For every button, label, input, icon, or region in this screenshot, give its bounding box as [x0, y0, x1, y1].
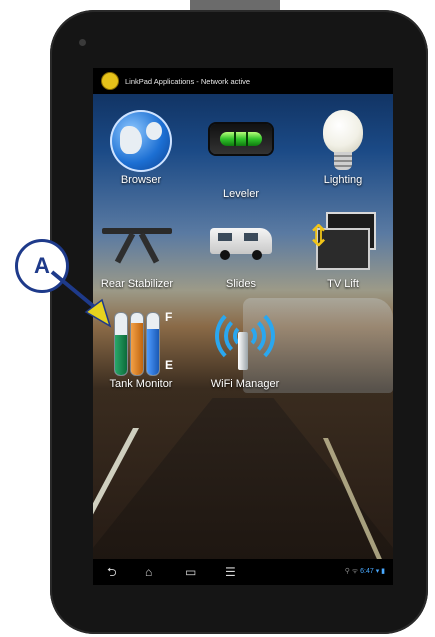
home-icon[interactable]: ⌂: [145, 565, 152, 579]
app-browser[interactable]: Browser: [101, 110, 181, 186]
tank-gauge-icon: F E: [110, 310, 174, 376]
app-slides[interactable]: Slides: [201, 218, 281, 290]
app-lighting[interactable]: Lighting: [303, 110, 383, 186]
callout-a: A: [15, 239, 69, 293]
globe-icon: [110, 110, 172, 172]
status-title: LinkPad Applications - Network active: [125, 76, 251, 86]
app-leveler[interactable]: Leveler: [201, 110, 281, 200]
back-icon[interactable]: ⮌: [107, 565, 117, 579]
tablet-screen: LinkPad Applications - Network active Br…: [93, 68, 393, 585]
app-label: Lighting: [323, 174, 363, 186]
callout-letter: A: [34, 253, 50, 278]
front-camera: [79, 39, 86, 46]
wifi-antenna-icon: [214, 306, 276, 376]
status-bar: LinkPad Applications - Network active: [93, 68, 393, 94]
tv-lift-icon: ⇕: [306, 212, 376, 270]
light-bulb-icon: [323, 110, 363, 172]
stabilizer-icon: [102, 222, 172, 264]
app-tank-monitor[interactable]: F E Tank Monitor: [101, 310, 181, 390]
rv-slides-icon: [206, 222, 276, 262]
app-wifi-manager[interactable]: WiFi Manager: [205, 306, 285, 390]
recent-apps-icon[interactable]: ▭: [185, 565, 196, 579]
app-label: Browser: [120, 174, 162, 186]
app-rear-stabilizer[interactable]: Rear Stabilizer: [97, 218, 177, 290]
menu-icon[interactable]: ☰: [225, 565, 236, 579]
level-vial-icon: [210, 124, 272, 154]
app-label: Tank Monitor: [109, 378, 173, 390]
linkpad-logo-icon: [101, 72, 119, 90]
app-label: Rear Stabilizer: [100, 278, 174, 290]
tray-time: 6:47: [360, 568, 374, 575]
navigation-bar: ⮌ ⌂ ▭ ☰ ⚲ ᯤ 6:47 ▾ ▮: [93, 559, 393, 585]
app-label: Leveler: [222, 188, 260, 200]
app-tv-lift[interactable]: ⇕ TV Lift: [303, 212, 383, 290]
tank-empty-marker: E: [165, 358, 174, 372]
system-tray: ⚲ ᯤ 6:47 ▾ ▮: [344, 568, 385, 575]
app-label: WiFi Manager: [210, 378, 280, 390]
app-label: Slides: [226, 278, 256, 290]
up-down-arrow-icon: ⇕: [306, 220, 332, 253]
app-label: TV Lift: [327, 278, 359, 290]
tank-full-marker: F: [165, 310, 173, 324]
